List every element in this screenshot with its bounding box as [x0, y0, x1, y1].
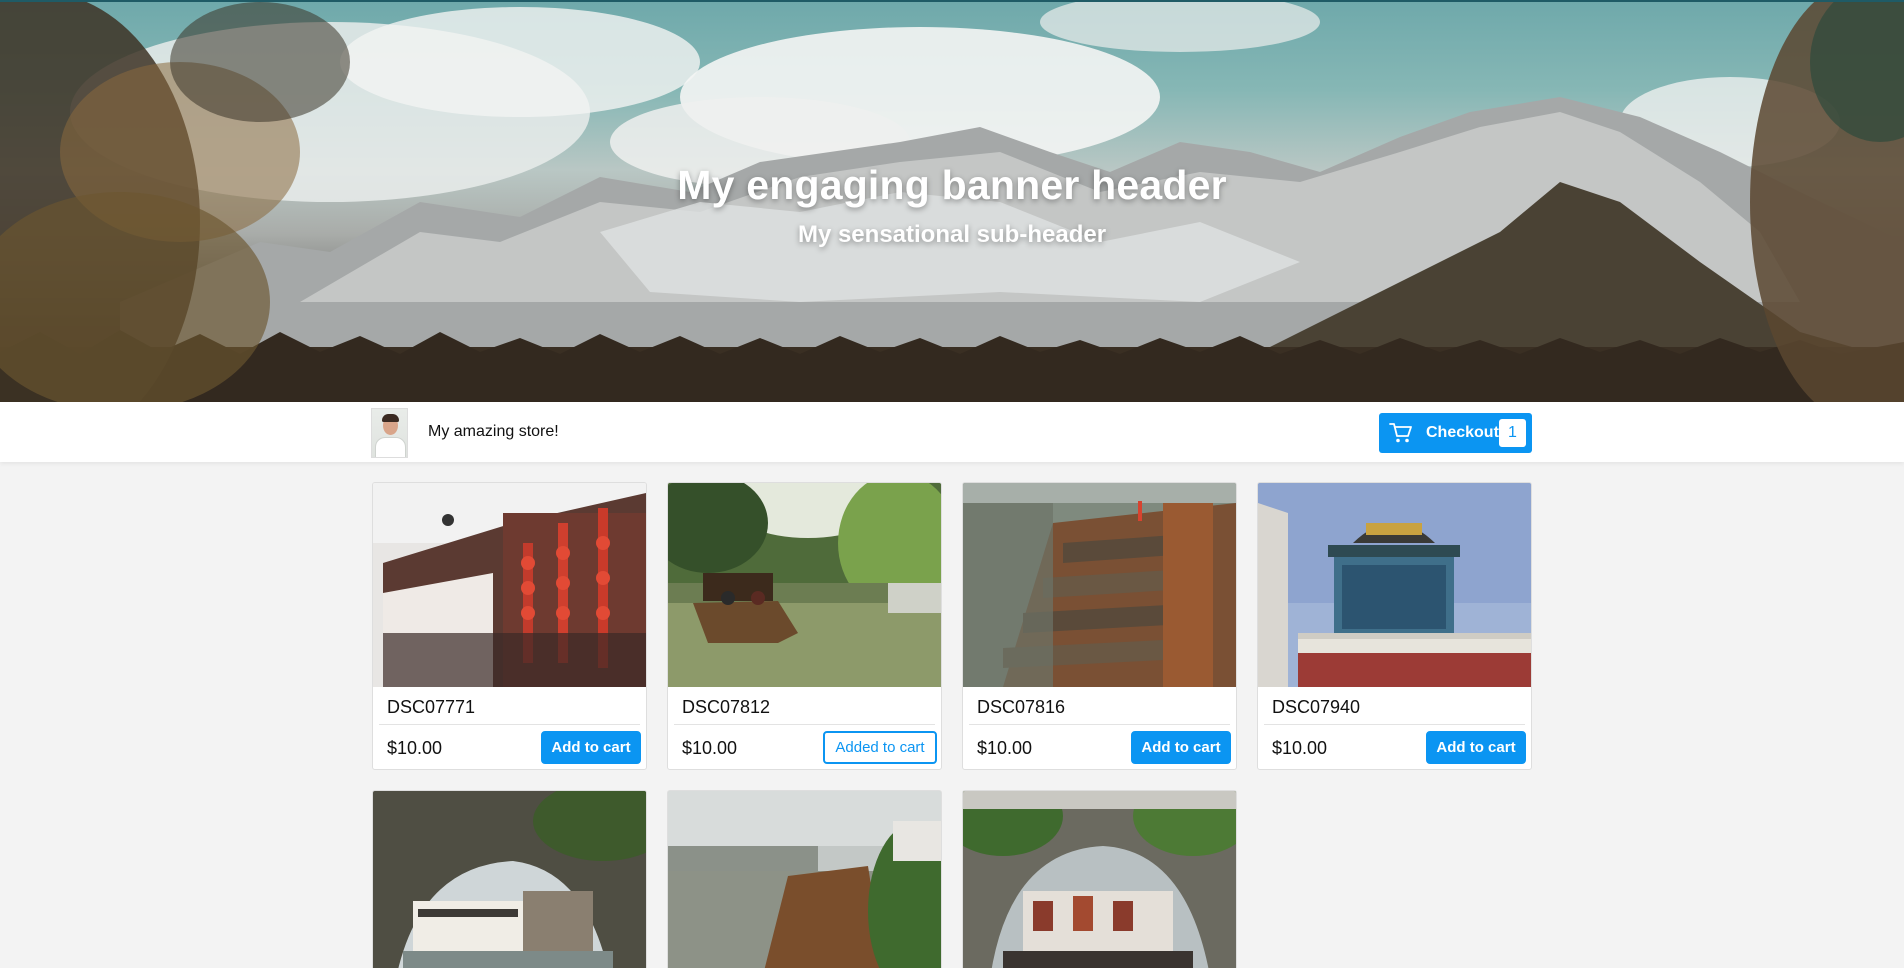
product-title: DSC07771 [387, 697, 476, 717]
card-divider [969, 724, 1230, 725]
product-title: DSC07816 [977, 697, 1066, 717]
add-to-cart-button[interactable]: Add to cart [1131, 731, 1231, 764]
banner: My engaging banner header My sensational… [0, 0, 1904, 402]
product-price: $10.00 [682, 738, 738, 758]
product-photo[interactable] [373, 791, 646, 968]
card-divider [674, 724, 935, 725]
product-photo[interactable] [963, 483, 1236, 687]
product-card: DSC07940 $10.00 Add to cart [1257, 482, 1532, 770]
product-card: DSC07812 $10.00 Added to cart [667, 482, 942, 770]
product-card: DSC07771 $10.00 Add to cart [372, 482, 647, 770]
product-price: $10.00 [1272, 738, 1328, 758]
store-name: My amazing store! [428, 423, 559, 440]
card-divider [379, 724, 640, 725]
product-title: DSC07812 [682, 697, 771, 717]
add-to-cart-button[interactable]: Add to cart [1426, 731, 1526, 764]
avatar [371, 408, 408, 458]
checkout-button[interactable]: Checkout 1 [1379, 413, 1532, 453]
product-price: $10.00 [977, 738, 1033, 758]
store-bar: My amazing store! Checkout 1 [0, 402, 1904, 462]
product-title: DSC07940 [1272, 697, 1361, 717]
product-card [962, 790, 1237, 968]
product-photo[interactable] [963, 791, 1236, 968]
product-photo[interactable] [668, 483, 941, 687]
checkout-label: Checkout [1426, 424, 1499, 441]
product-photo[interactable] [668, 791, 941, 968]
added-to-cart-button[interactable]: Added to cart [823, 731, 937, 764]
cart-count-badge: 1 [1499, 419, 1526, 447]
cart-icon [1389, 423, 1412, 443]
add-to-cart-button[interactable]: Add to cart [541, 731, 641, 764]
banner-subtitle: My sensational sub-header [797, 221, 1107, 248]
card-divider [1264, 724, 1525, 725]
banner-title: My engaging banner header [677, 162, 1227, 208]
product-price: $10.00 [387, 738, 443, 758]
product-card: DSC07816 $10.00 Add to cart [962, 482, 1237, 770]
product-photo[interactable] [373, 483, 646, 687]
product-photo[interactable] [1258, 483, 1531, 687]
product-card [667, 790, 942, 968]
product-card [372, 790, 647, 968]
